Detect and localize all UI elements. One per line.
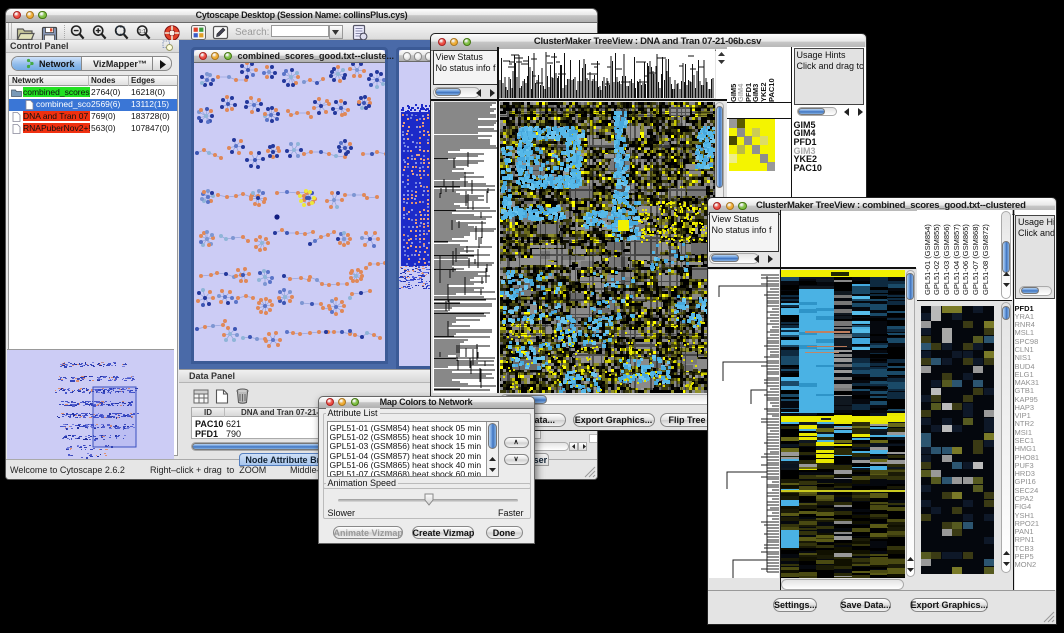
svg-text:1:1: 1:1: [138, 29, 146, 35]
